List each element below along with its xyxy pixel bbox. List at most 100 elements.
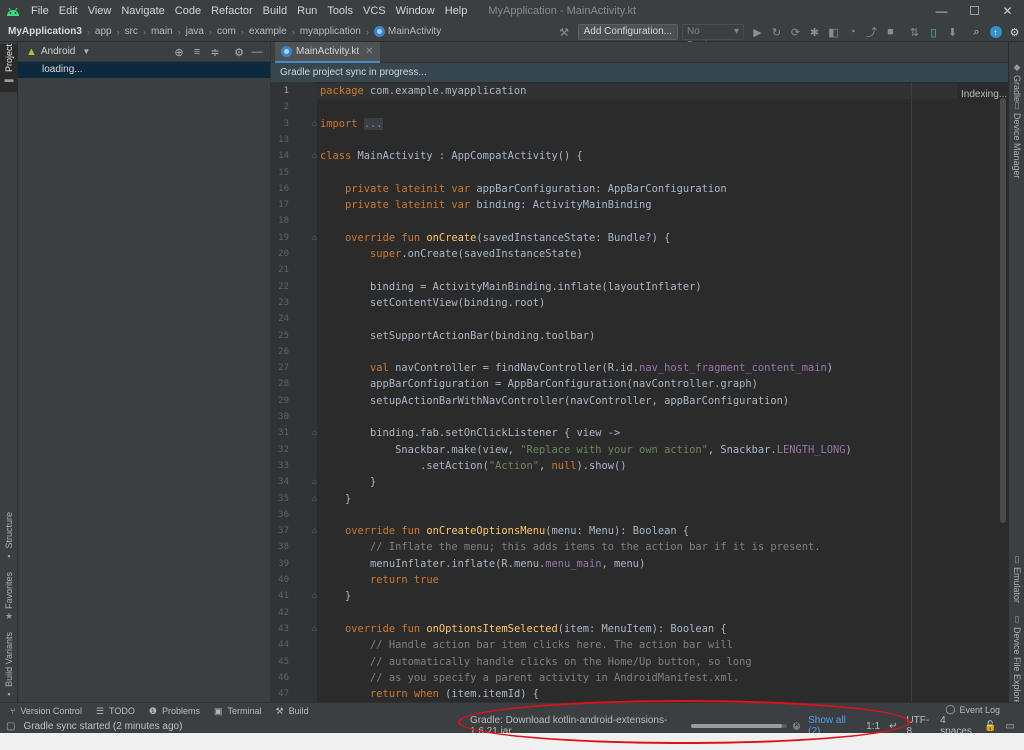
code-line[interactable]: setSupportActionBar(binding.toolbar) [320, 328, 960, 344]
hammer-icon[interactable]: ⚒ [556, 24, 573, 40]
code-line[interactable]: return when (item.itemId) { [320, 686, 960, 702]
caret-position[interactable]: 1:1 [866, 721, 880, 732]
code-line[interactable]: val navController = findNavController(R.… [320, 360, 960, 376]
code-line[interactable]: override fun onCreateOptionsMenu(menu: M… [320, 523, 960, 539]
menu-view[interactable]: View [83, 0, 117, 22]
code-line[interactable]: super.onCreate(savedInstanceState) [320, 246, 960, 262]
build-button[interactable]: ⚒ Build [276, 706, 309, 717]
code-line[interactable]: override fun onOptionsItemSelected(item:… [320, 621, 960, 637]
breadcrumb-java[interactable]: java [186, 26, 204, 37]
code-line[interactable]: override fun onCreate(savedInstanceState… [320, 230, 960, 246]
cancel-task-icon[interactable]: ✕ [793, 722, 801, 730]
breadcrumb-project[interactable]: MyApplication3 [8, 26, 82, 37]
tab-project[interactable]: Project ▬ [0, 44, 18, 92]
code-line[interactable] [320, 262, 960, 278]
tab-build-variants[interactable]: Build Variants ▪ [0, 632, 18, 699]
code-line[interactable] [320, 311, 960, 327]
event-log-button[interactable]: ◯ Event Log [945, 704, 1000, 715]
device-manager-icon[interactable]: ▯ [925, 24, 942, 40]
code-line[interactable] [320, 213, 960, 229]
code-editor[interactable]: 1 2 3 13 14 15 16 17 18 19 20 21 22 23 24 25 26 27 28 29 30 3… [271, 82, 1008, 702]
line-separator-icon[interactable]: ↵ [889, 721, 897, 732]
gradle-sync-icon[interactable]: ⇅ [906, 24, 923, 40]
breadcrumb-main[interactable]: main [151, 26, 173, 37]
breadcrumb-example[interactable]: example [249, 26, 287, 37]
todo-button[interactable]: ☰ TODO [96, 706, 135, 717]
code-line[interactable]: } [320, 474, 960, 490]
hide-panel-icon[interactable]: — [248, 46, 266, 58]
code-line[interactable]: menuInflater.inflate(R.menu.menu_main, m… [320, 556, 960, 572]
gear-icon[interactable]: ⚙ [230, 46, 248, 59]
menu-build[interactable]: Build [258, 0, 292, 22]
code-line[interactable]: setupActionBarWithNavController(navContr… [320, 393, 960, 409]
breadcrumb-com[interactable]: com [217, 26, 236, 37]
code-line[interactable]: .setAction("Action", null).show() [320, 458, 960, 474]
memory-indicator-icon[interactable]: ▭ [1006, 721, 1015, 732]
apply-code-changes-icon[interactable]: ⟳ [787, 24, 804, 40]
code-line[interactable] [320, 605, 960, 621]
search-icon[interactable]: ⌕ [968, 24, 985, 40]
code-line[interactable]: appBarConfiguration = AppBarConfiguratio… [320, 376, 960, 392]
fold-marker-icon[interactable]: ⌂ [312, 119, 321, 129]
code-line[interactable]: private lateinit var appBarConfiguration… [320, 181, 960, 197]
project-tree-loading[interactable]: loading... [18, 62, 270, 78]
menu-file[interactable]: File [26, 0, 54, 22]
menu-vcs[interactable]: VCS [358, 0, 391, 22]
code-line[interactable]: return true [320, 572, 960, 588]
fold-marker-icon[interactable]: ⌂ [312, 526, 321, 536]
code-line[interactable]: } [320, 588, 960, 604]
code-line[interactable] [320, 344, 960, 360]
tab-mainactivity[interactable]: MainActivity.kt ✕ [275, 42, 380, 63]
breadcrumb-src[interactable]: src [125, 26, 138, 37]
project-view-selector[interactable]: Android [41, 46, 75, 57]
menu-tools[interactable]: Tools [322, 0, 358, 22]
status-message[interactable]: Gradle sync started (2 minutes ago) [23, 721, 182, 732]
lock-icon[interactable]: 🔓 [984, 721, 996, 732]
code-line[interactable] [320, 507, 960, 523]
code-line[interactable] [320, 409, 960, 425]
run-icon[interactable]: ▶ [749, 24, 766, 40]
code-line[interactable]: } [320, 491, 960, 507]
sdk-manager-icon[interactable]: ⬇ [944, 24, 961, 40]
version-control-button[interactable]: ⑂ Version Control [10, 706, 82, 716]
tab-device-file-explorer[interactable]: ▯ Device File Explorer [1009, 612, 1024, 708]
tab-device-manager[interactable]: ▯ Device Manager [1009, 98, 1024, 182]
code-line[interactable]: class MainActivity : AppCompatActivity()… [320, 148, 960, 164]
code-line[interactable]: // as you specify a parent activity in A… [320, 670, 960, 686]
breadcrumb-app[interactable]: app [95, 26, 112, 37]
code-line[interactable]: Snackbar.make(view, "Replace with your o… [320, 442, 960, 458]
code-line[interactable]: setContentView(binding.root) [320, 295, 960, 311]
stop-icon[interactable]: ■ [882, 24, 899, 40]
chevron-down-icon[interactable]: ▼ [82, 47, 90, 56]
device-selector[interactable]: No Devices ▾ [682, 24, 744, 51]
coverage-icon[interactable]: ◧ [825, 24, 842, 40]
menu-edit[interactable]: Edit [54, 0, 83, 22]
minimize-button[interactable]: — [925, 0, 958, 22]
settings-gear-icon[interactable]: ⚙ [1006, 24, 1023, 40]
menu-run[interactable]: Run [292, 0, 322, 22]
collapse-all-icon[interactable]: ≑ [206, 46, 224, 59]
fold-marker-icon[interactable]: ⌂ [312, 151, 321, 161]
expand-all-icon[interactable]: ≡ [188, 46, 206, 58]
fold-marker-icon[interactable]: ⌂ [312, 233, 321, 243]
code-line[interactable]: // automatically handle clicks on the Ho… [320, 654, 960, 670]
code-line[interactable]: binding.fab.setOnClickListener { view -> [320, 425, 960, 441]
tab-emulator[interactable]: ▯ Emulator [1009, 552, 1024, 612]
fold-marker-icon[interactable]: ⌂ [312, 494, 321, 504]
code-line[interactable]: binding = ActivityMainBinding.inflate(la… [320, 279, 960, 295]
close-tab-icon[interactable]: ✕ [365, 46, 373, 57]
terminal-button[interactable]: ▣ Terminal [214, 706, 262, 717]
breadcrumb-mainactivity[interactable]: MainActivity [388, 26, 441, 37]
breadcrumb-myapplication[interactable]: myapplication [300, 26, 361, 37]
menu-help[interactable]: Help [440, 0, 473, 22]
attach-debugger-icon[interactable]: ⤴ [863, 24, 880, 40]
problems-button[interactable]: ❶ Problems [149, 706, 200, 717]
tab-favorites[interactable]: Favorites ★ [0, 572, 18, 622]
menu-navigate[interactable]: Navigate [116, 0, 169, 22]
profile-icon[interactable]: ◔ [844, 24, 861, 40]
code-line[interactable]: // Inflate the menu; this adds items to … [320, 539, 960, 555]
code-line[interactable]: // Handle action bar item clicks here. T… [320, 637, 960, 653]
maximize-button[interactable]: ☐ [958, 0, 991, 22]
code-line[interactable]: private lateinit var binding: ActivityMa… [320, 197, 960, 213]
add-configuration-button[interactable]: Add Configuration... [577, 24, 678, 40]
